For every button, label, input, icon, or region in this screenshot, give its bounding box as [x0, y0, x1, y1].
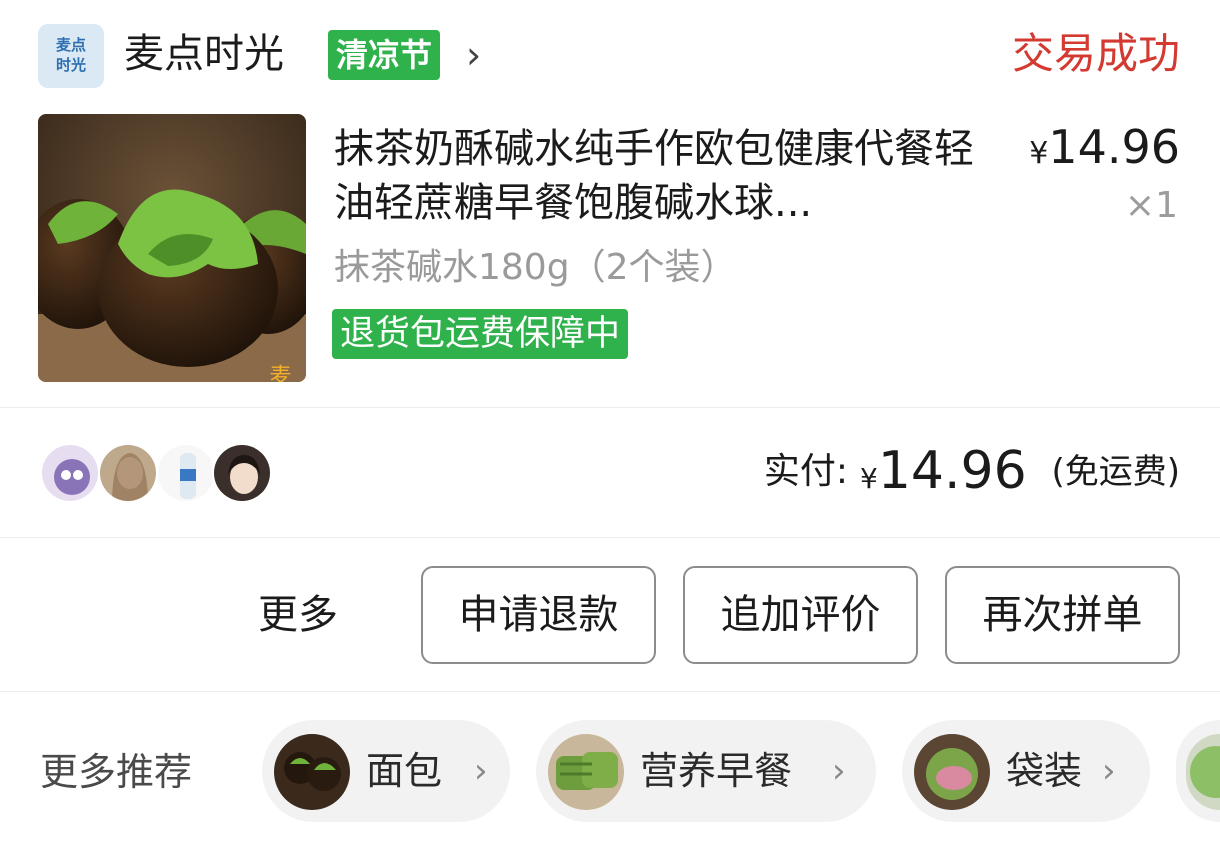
chevron-right-icon[interactable]: › [466, 36, 481, 74]
avatar [40, 443, 100, 503]
product-quantity: ×1 [1124, 185, 1178, 226]
currency-symbol: ¥ [1029, 136, 1049, 171]
recommend-chip[interactable] [1176, 720, 1220, 822]
return-shipping-guarantee-tag: 退货包运费保障中 [332, 309, 629, 359]
shop-name[interactable]: 麦点时光 [124, 28, 284, 80]
recommend-chip-label: 面包 [366, 749, 443, 793]
matcha-bread-photo-icon: 麦点时光 [38, 114, 306, 382]
recommend-chip-label: 营养早餐 [640, 749, 793, 793]
product-spec: 抹茶碱水180g（2个装） [334, 247, 737, 288]
divider [0, 537, 1220, 538]
add-review-button[interactable]: 追加评价 [683, 566, 918, 664]
shop-logo-line-1: 麦点 [55, 36, 86, 54]
avatar [98, 443, 158, 503]
product-price-value: 14.96 [1048, 120, 1180, 174]
avatar [212, 443, 272, 503]
recommend-label: 更多推荐 [40, 750, 193, 794]
product-price: ¥14.96 [1029, 122, 1180, 179]
shop-logo[interactable]: 麦点 时光 [38, 24, 104, 88]
shop-promo-badge: 清凉节 [328, 30, 441, 80]
svg-text:麦点时光: 麦点时光 [266, 364, 292, 382]
avatar [156, 443, 216, 503]
divider [0, 691, 1220, 692]
shop-header: 麦点 时光 麦点时光 清凉节 › 交易成功 [0, 0, 1220, 110]
recommend-chip-label: 袋装 [1006, 749, 1083, 793]
divider [0, 407, 1220, 408]
bread-thumbnail-icon [274, 734, 350, 810]
chevron-right-icon: › [474, 751, 488, 791]
order-status: 交易成功 [1011, 29, 1180, 78]
product-title[interactable]: 抹茶奶酥碱水纯手作欧包健康代餐轻油轻蔗糖早餐饱腹碱水球... [334, 122, 1004, 230]
chevron-right-icon: › [1102, 751, 1116, 791]
product-image[interactable]: 麦点时光 [38, 114, 306, 382]
request-refund-button[interactable]: 申请退款 [421, 566, 656, 664]
reorder-button[interactable]: 再次拼单 [945, 566, 1180, 664]
recommend-chip[interactable]: 营养早餐 › [536, 720, 876, 822]
currency-symbol: ¥ [860, 462, 878, 495]
paid-amount: ¥14.96 [860, 440, 1027, 510]
chevron-right-icon: › [832, 751, 846, 791]
recommend-chip[interactable]: 袋装 › [902, 720, 1150, 822]
packaged-bread-thumbnail-icon [914, 734, 990, 810]
recommend-chip[interactable]: 面包 › [262, 720, 510, 822]
matcha-thumbnail-icon [1186, 734, 1220, 810]
shipping-note: (免运费) [1051, 452, 1180, 492]
more-actions-link[interactable]: 更多 [258, 588, 338, 642]
breakfast-thumbnail-icon [548, 734, 624, 810]
shop-logo-line-2: 时光 [55, 56, 86, 74]
paid-label: 实付: [763, 451, 848, 492]
paid-amount-value: 14.96 [877, 441, 1027, 501]
